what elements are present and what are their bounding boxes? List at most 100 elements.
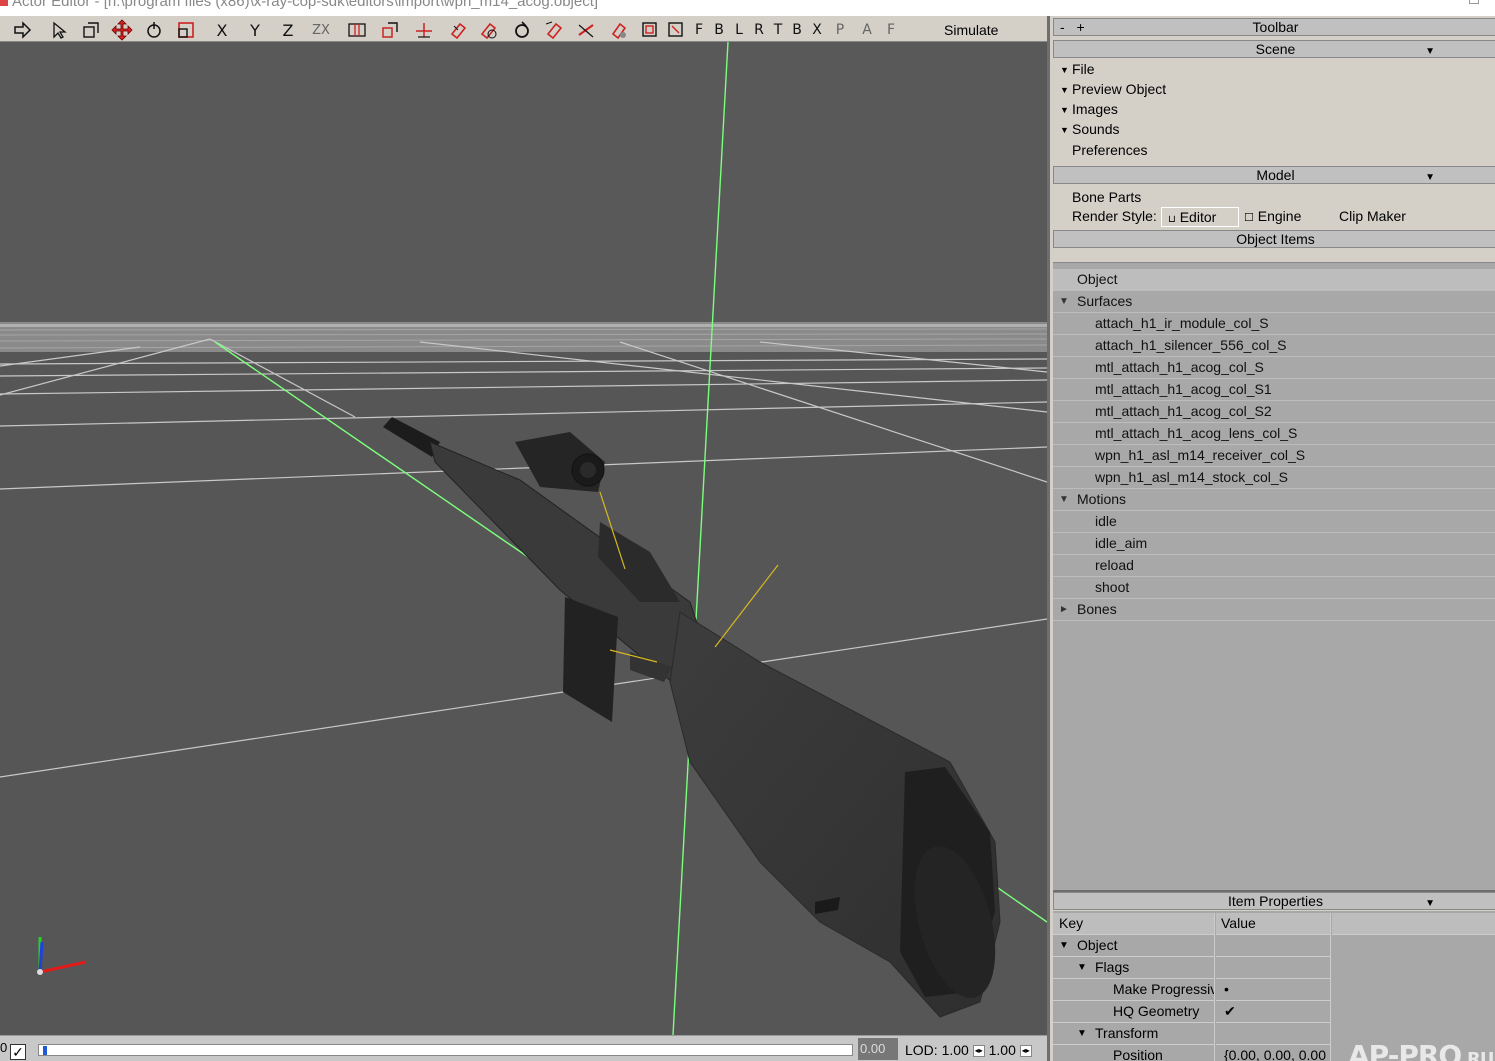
- position-value[interactable]: {0.00, 0.00, 0.00: [1216, 1045, 1331, 1061]
- maximize-button[interactable]: [1469, 0, 1479, 4]
- scene-header[interactable]: Scene ▼: [1053, 40, 1495, 58]
- tree-item-surface[interactable]: mtl_attach_h1_acog_col_S1: [1053, 379, 1495, 401]
- key-header-label: Key: [1059, 915, 1084, 931]
- object-items-header: Object Items: [1053, 230, 1495, 248]
- tree-item-motion[interactable]: idle: [1053, 511, 1495, 533]
- zoom-selected-icon[interactable]: [664, 19, 688, 41]
- arrow-right-icon[interactable]: [10, 19, 34, 41]
- axis-zx-button[interactable]: ZX: [308, 19, 334, 41]
- properties-grid[interactable]: Key Value ▼ Object ▼ Flags Make Progressiv…: [1053, 911, 1495, 1061]
- chevron-down-icon[interactable]: ▼: [1425, 896, 1435, 912]
- angle-snap-icon[interactable]: [510, 19, 534, 41]
- tree-item-surface[interactable]: attach_h1_ir_module_col_S: [1053, 313, 1495, 335]
- expand-down-icon[interactable]: ▼: [1077, 1023, 1087, 1044]
- tree-item-surface[interactable]: wpn_h1_asl_m14_stock_col_S: [1053, 467, 1495, 489]
- view-reset-button[interactable]: X: [810, 19, 824, 41]
- zoom-extent-icon[interactable]: [638, 19, 662, 41]
- tree-item-object[interactable]: Object: [1053, 269, 1495, 291]
- chevron-down-icon[interactable]: ▼: [1425, 44, 1435, 60]
- axis-y-button[interactable]: Y: [245, 19, 265, 41]
- select-pointer-icon[interactable]: [46, 19, 70, 41]
- tree-item-surface[interactable]: mtl_attach_h1_acog_col_S: [1053, 357, 1495, 379]
- lod-spinner-2[interactable]: ◂▸: [1019, 1045, 1032, 1058]
- value-column-header[interactable]: Value: [1216, 913, 1331, 935]
- magnet-icon[interactable]: [446, 19, 470, 41]
- view-free-button[interactable]: F: [884, 19, 898, 41]
- expand-down-icon[interactable]: ▼: [1059, 935, 1069, 956]
- tree-item-surface[interactable]: wpn_h1_asl_m14_receiver_col_S: [1053, 445, 1495, 467]
- scene-item-images[interactable]: ▼ Images: [1060, 101, 1118, 117]
- magnet-rotate-icon[interactable]: [476, 19, 500, 41]
- tree-item-motion[interactable]: idle_aim: [1053, 533, 1495, 555]
- expand-down-icon[interactable]: ▼: [1059, 489, 1069, 510]
- view-right-button[interactable]: R: [752, 19, 766, 41]
- chevron-down-icon[interactable]: ▼: [1425, 170, 1435, 186]
- axis-x-button[interactable]: X: [212, 19, 232, 41]
- tree-item-surfaces[interactable]: ▼ Surfaces: [1053, 291, 1495, 313]
- tree-item-motion[interactable]: shoot: [1053, 577, 1495, 599]
- expand-down-icon[interactable]: ▼: [1077, 957, 1087, 978]
- make-progressive-value[interactable]: •: [1216, 979, 1331, 1001]
- select-box-icon[interactable]: [78, 19, 102, 41]
- key-column-header[interactable]: Key: [1053, 913, 1215, 935]
- tree-item-motions[interactable]: ▼ Motions: [1053, 489, 1495, 511]
- tree-item-bones[interactable]: ► Bones: [1053, 599, 1495, 621]
- expand-right-icon[interactable]: ►: [1059, 599, 1069, 620]
- tree-item-surface[interactable]: mtl_attach_h1_acog_lens_col_S: [1053, 423, 1495, 445]
- scene-item-sounds[interactable]: ▼ Sounds: [1060, 121, 1119, 137]
- scene-item-file[interactable]: ▼ File: [1060, 61, 1095, 77]
- 3d-viewport[interactable]: [0, 42, 1047, 1035]
- item-properties-header[interactable]: Item Properties ▼: [1053, 892, 1495, 910]
- csg-icon[interactable]: [606, 19, 630, 41]
- snap-grid-icon[interactable]: [345, 19, 369, 41]
- view-back-button[interactable]: B: [712, 19, 726, 41]
- tree-item-label: Surfaces: [1077, 293, 1133, 309]
- object-items-tree[interactable]: Object ▼ Surfaces attach_h1_ir_module_co…: [1053, 263, 1495, 890]
- view-bottom-button[interactable]: B: [790, 19, 804, 41]
- view-front-button[interactable]: F: [692, 19, 706, 41]
- prop-key: Make Progressiv: [1053, 979, 1215, 1001]
- model-header[interactable]: Model ▼: [1053, 166, 1495, 184]
- collapse-expand-buttons[interactable]: - +: [1060, 19, 1089, 35]
- scene-item-preferences[interactable]: Preferences: [1072, 142, 1147, 158]
- bone-parts-link[interactable]: Bone Parts: [1072, 189, 1141, 205]
- watermark-suffix: .RU: [1461, 1049, 1494, 1061]
- tree-item-surface[interactable]: mtl_attach_h1_acog_col_S2: [1053, 401, 1495, 423]
- triangle-down-icon: ▼: [1060, 85, 1069, 96]
- expand-down-icon[interactable]: ▼: [1059, 291, 1069, 312]
- scale-icon[interactable]: [174, 19, 198, 41]
- lod-controls: LOD: 1.00 ◂▸ 1.00 ◂▸: [905, 1042, 1032, 1058]
- timeline-checkbox[interactable]: ✓: [10, 1044, 26, 1060]
- scene-render: [0, 42, 1047, 1035]
- view-top-button[interactable]: T: [771, 19, 785, 41]
- snap-vertex-icon[interactable]: [412, 19, 436, 41]
- view-axis-button[interactable]: A: [860, 19, 874, 41]
- move-icon[interactable]: [110, 19, 134, 41]
- move-to-snap-icon[interactable]: [542, 19, 566, 41]
- editor-option-label: Editor: [1179, 209, 1217, 225]
- scene-item-preview-object[interactable]: ▼ Preview Object: [1060, 81, 1166, 97]
- lod-value[interactable]: 1.00: [989, 1042, 1016, 1058]
- snap-object-icon[interactable]: [378, 19, 402, 41]
- tree-item-surface[interactable]: attach_h1_silencer_556_col_S: [1053, 335, 1495, 357]
- simulate-button[interactable]: Simulate: [944, 22, 998, 38]
- time-field[interactable]: 0.00: [858, 1038, 898, 1060]
- editor-option[interactable]: ⊔ Editor: [1161, 207, 1239, 227]
- app-icon: [0, 0, 8, 6]
- timeline-slider[interactable]: [38, 1044, 853, 1056]
- engine-option[interactable]: ☐ Engine: [1244, 208, 1301, 224]
- view-perspective-button[interactable]: P: [833, 19, 847, 41]
- normal-align-icon[interactable]: [574, 19, 598, 41]
- timeline-thumb[interactable]: [43, 1046, 47, 1055]
- rotate-icon[interactable]: [142, 19, 166, 41]
- toolbar-panel-header[interactable]: - + Toolbar: [1053, 18, 1495, 36]
- hq-geometry-value[interactable]: ✔: [1216, 1001, 1331, 1023]
- object-items-filter[interactable]: [1053, 249, 1495, 263]
- tree-item-motion[interactable]: reload: [1053, 555, 1495, 577]
- tree-item-label: mtl_attach_h1_acog_col_S: [1095, 359, 1264, 375]
- clip-maker-link[interactable]: Clip Maker: [1339, 208, 1406, 224]
- view-left-button[interactable]: L: [732, 19, 746, 41]
- tree-item-label: Object: [1077, 271, 1118, 287]
- axis-z-button[interactable]: Z: [278, 19, 298, 41]
- lod-spinner[interactable]: ◂▸: [972, 1045, 985, 1058]
